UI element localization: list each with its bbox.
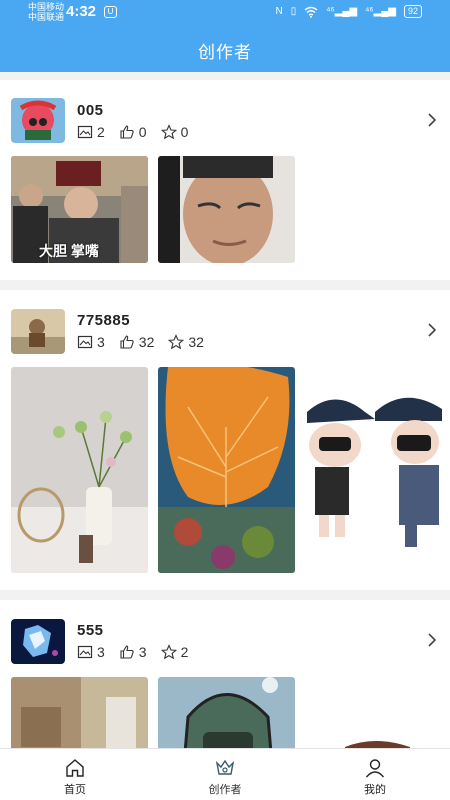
thumbs-up-icon [120,645,134,659]
avatar[interactable] [11,98,65,143]
image-count: 3 [77,644,105,660]
creator-feed[interactable]: 005 2 0 0 大胆 掌嘴 775885 3 32 32 555 3 3 2 [0,80,450,748]
thumbnail-image[interactable] [158,156,295,263]
star-icon [160,644,177,660]
like-count: 3 [119,644,147,660]
creator-thumbnails [11,677,442,748]
creator-card-555[interactable]: 555 3 3 2 [0,600,450,748]
tab-label: 创作者 [208,784,242,796]
thumbnail-image[interactable] [158,367,295,573]
thumbnail-image[interactable] [305,367,442,573]
status-bar: 中国移动 中国联通 4:32 U N ▯ ⁴⁶▂▄▆ ⁴⁶▂▄▆ 92 [0,0,450,26]
profile-icon [365,759,385,778]
thumbs-up-icon [120,125,134,139]
image-icon [77,645,93,659]
home-icon [66,759,84,777]
notification-icon: U [104,6,117,18]
thumbnail-image[interactable] [11,367,148,573]
image-count: 2 [77,124,105,140]
signal-2-icon: ⁴⁶▂▄▆ [365,6,396,17]
thumbs-up-icon [120,335,134,349]
avatar[interactable] [11,309,65,354]
creator-card-775885[interactable]: 775885 3 32 32 [0,290,450,590]
nfc-icon: N [275,6,283,17]
star-count: 32 [168,334,204,350]
image-count: 3 [77,334,105,350]
creator-icon [215,759,235,775]
system-icons: N ▯ ⁴⁶▂▄▆ ⁴⁶▂▄▆ 92 [275,5,422,18]
avatar[interactable] [11,619,65,664]
creator-stats: 3 32 32 [77,334,204,350]
tab-creators[interactable]: 创作者 [150,749,300,800]
creator-name[interactable]: 555 [77,622,104,639]
image-icon [77,125,93,139]
tab-profile[interactable]: 我的 [300,749,450,800]
carrier-1: 中国移动 [28,2,65,12]
creator-stats: 2 0 0 [77,124,188,140]
tab-label: 我的 [364,784,386,796]
creator-card-005[interactable]: 005 2 0 0 大胆 掌嘴 [0,80,450,280]
creator-stats: 3 3 2 [77,644,188,660]
thumbnail-image[interactable]: 大胆 掌嘴 [11,156,148,263]
battery-icon: 92 [403,5,422,18]
star-count: 0 [160,124,188,140]
carrier-info: 中国移动 中国联通 [28,2,64,22]
vibrate-icon: ▯ [290,6,297,17]
thumbnail-image[interactable] [158,677,295,748]
star-count: 2 [160,644,188,660]
chevron-right-icon[interactable] [424,632,440,648]
creator-name[interactable]: 775885 [77,312,130,329]
signal-1-icon: ⁴⁶▂▄▆ [326,6,358,17]
tab-label: 首页 [64,784,86,796]
chevron-right-icon[interactable] [424,322,440,338]
like-count: 32 [119,334,154,350]
star-icon [160,124,177,140]
tab-home[interactable]: 首页 [0,749,150,800]
carrier-2: 中国联通 [28,12,65,22]
wifi-icon [304,6,318,18]
creator-name[interactable]: 005 [77,102,104,119]
app-header: 中国移动 中国联通 4:32 U N ▯ ⁴⁶▂▄▆ ⁴⁶▂▄▆ 92 创作者 [0,0,450,72]
bottom-tab-bar: 首页 创作者 我的 [0,748,450,800]
chevron-right-icon[interactable] [424,112,440,128]
creator-thumbnails: 大胆 掌嘴 [11,156,295,263]
star-icon [168,334,185,350]
thumbnail-image[interactable] [11,677,148,748]
clock: 4:32 [66,3,97,20]
image-icon [77,335,93,349]
like-count: 0 [119,124,147,140]
page-title: 创作者 [198,43,252,62]
creator-thumbnails [11,367,442,573]
thumbnail-image[interactable] [305,677,442,748]
thumbnail-caption: 大胆 掌嘴 [39,243,99,259]
